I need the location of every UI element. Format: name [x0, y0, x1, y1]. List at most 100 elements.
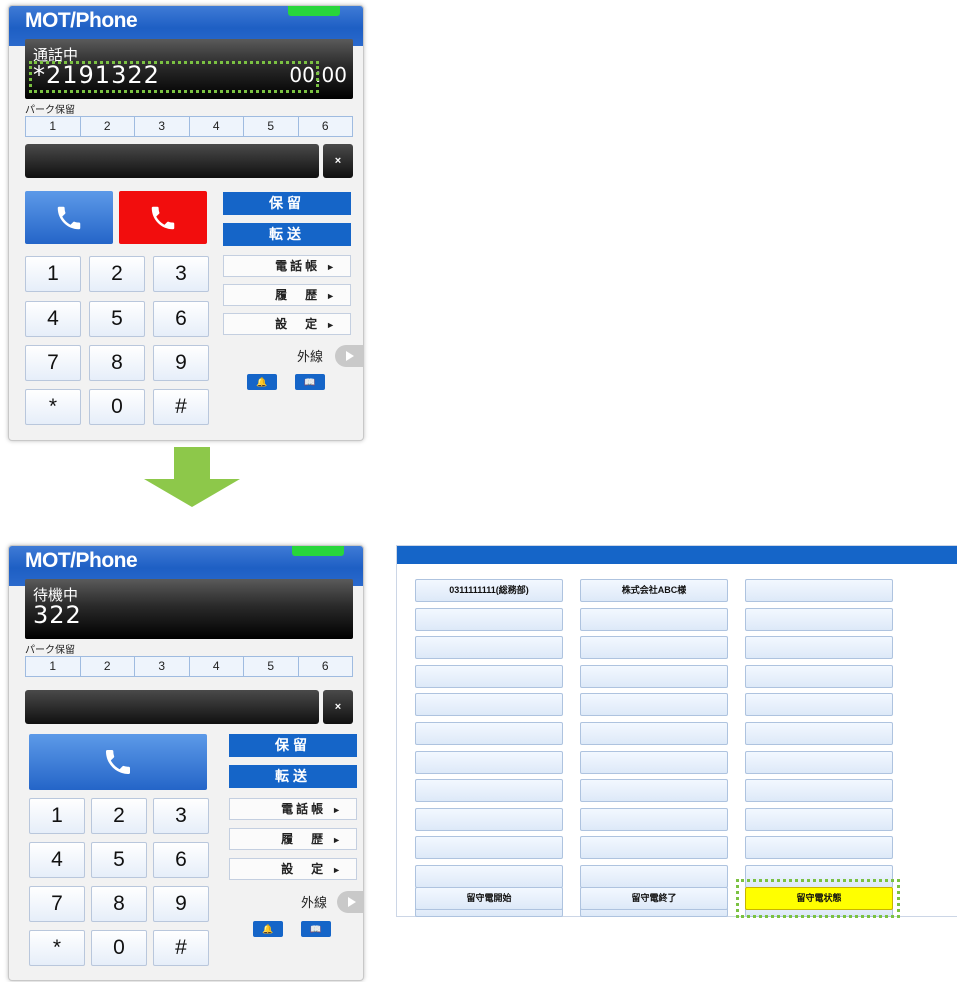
dialpad-key[interactable]: 1 — [29, 798, 85, 834]
hold-button[interactable]: 保留 — [223, 192, 351, 215]
dialpad-key[interactable]: # — [153, 389, 209, 425]
speed-dial-button[interactable] — [580, 836, 728, 859]
dialpad-key[interactable]: 2 — [89, 256, 145, 292]
speed-dial-button[interactable] — [415, 808, 563, 831]
dialpad-key[interactable]: * — [29, 930, 85, 966]
book-button[interactable]: 📖 — [301, 921, 331, 937]
dialpad-key[interactable]: 3 — [153, 798, 209, 834]
transfer-button[interactable]: 転送 — [229, 765, 357, 788]
speed-dial-button[interactable] — [745, 808, 893, 831]
voicemail-stop-button[interactable]: 留守電終了 — [580, 887, 728, 910]
speed-dial-button[interactable]: 0311111111(総務部) — [415, 579, 563, 602]
dialpad-key[interactable]: 0 — [91, 930, 147, 966]
answer-call-button[interactable] — [25, 191, 113, 244]
dialpad-key[interactable]: 4 — [29, 842, 85, 878]
speed-dial-button[interactable] — [745, 722, 893, 745]
dialpad-key[interactable]: * — [25, 389, 81, 425]
dialpad-key[interactable]: 9 — [153, 345, 209, 381]
speed-dial-button[interactable] — [745, 579, 893, 602]
dialpad-key[interactable]: 5 — [91, 842, 147, 878]
speed-dial-button[interactable] — [580, 722, 728, 745]
speed-dial-button[interactable] — [745, 608, 893, 631]
history-menu[interactable]: 履 歴 ► — [223, 284, 351, 306]
speed-dial-button[interactable] — [580, 865, 728, 888]
speed-dial-button[interactable] — [580, 665, 728, 688]
park-slot[interactable]: 3 — [135, 657, 190, 676]
book-button[interactable]: 📖 — [295, 374, 325, 390]
number-entry-field[interactable] — [25, 144, 319, 178]
bell-button[interactable]: 🔔 — [247, 374, 277, 390]
hold-button[interactable]: 保留 — [229, 734, 357, 757]
speed-dial-button[interactable] — [415, 665, 563, 688]
transfer-button[interactable]: 転送 — [223, 223, 351, 246]
speed-dial-button[interactable] — [415, 751, 563, 774]
park-hold-label: パーク保留 — [25, 645, 75, 656]
speed-dial-button[interactable] — [580, 636, 728, 659]
speed-dial-button[interactable] — [415, 779, 563, 802]
phonebook-menu[interactable]: 電話帳 ► — [229, 798, 357, 820]
park-slot[interactable]: 2 — [81, 117, 135, 136]
park-slot[interactable]: 3 — [135, 117, 190, 136]
right-arrow-icon: ► — [332, 865, 344, 875]
speed-dial-button[interactable] — [745, 636, 893, 659]
phonebook-menu[interactable]: 電話帳 ► — [223, 255, 351, 277]
park-slot[interactable]: 6 — [299, 657, 353, 676]
park-slot[interactable]: 4 — [190, 117, 244, 136]
speed-dial-button[interactable] — [580, 693, 728, 716]
park-slot[interactable]: 5 — [244, 657, 299, 676]
dialpad-key[interactable]: 8 — [91, 886, 147, 922]
park-slot[interactable]: 2 — [81, 657, 135, 676]
bell-icon: 🔔 — [256, 377, 268, 387]
dialpad-key[interactable]: 5 — [89, 301, 145, 337]
park-slot[interactable]: 1 — [26, 117, 81, 136]
clear-button[interactable]: × — [323, 144, 353, 178]
speed-dial-button[interactable] — [745, 665, 893, 688]
speed-dial-button[interactable] — [415, 722, 563, 745]
dialpad-key[interactable]: 6 — [153, 842, 209, 878]
outside-line-toggle[interactable] — [335, 345, 363, 367]
dialpad-key[interactable]: 1 — [25, 256, 81, 292]
status-led — [288, 6, 340, 16]
settings-menu[interactable]: 設 定 ► — [223, 313, 351, 335]
speed-dial-button[interactable] — [745, 751, 893, 774]
highlight-box — [736, 879, 900, 918]
speed-dial-button[interactable] — [745, 779, 893, 802]
clear-button[interactable]: × — [323, 690, 353, 724]
voicemail-start-button[interactable]: 留守電開始 — [415, 887, 563, 910]
history-menu[interactable]: 履 歴 ► — [229, 828, 357, 850]
outside-line-label: 外線 — [297, 349, 324, 364]
dialpad-key[interactable]: 7 — [29, 886, 85, 922]
speed-dial-button[interactable] — [580, 751, 728, 774]
bell-button[interactable]: 🔔 — [253, 921, 283, 937]
park-slot[interactable]: 5 — [244, 117, 299, 136]
dialpad-key[interactable]: 6 — [153, 301, 209, 337]
park-slot[interactable]: 1 — [26, 657, 81, 676]
speed-dial-button[interactable] — [415, 693, 563, 716]
book-icon: 📖 — [310, 924, 322, 934]
speed-dial-button[interactable]: 株式会社ABC様 — [580, 579, 728, 602]
dialpad-key[interactable]: 2 — [91, 798, 147, 834]
park-slot[interactable]: 4 — [190, 657, 244, 676]
dialpad-key[interactable]: 3 — [153, 256, 209, 292]
dialpad-key[interactable]: 7 — [25, 345, 81, 381]
outside-line-toggle[interactable] — [337, 891, 363, 913]
speed-dial-button[interactable] — [415, 865, 563, 888]
speed-dial-button[interactable] — [415, 636, 563, 659]
park-slot[interactable]: 6 — [299, 117, 353, 136]
dialpad-key[interactable]: 0 — [89, 389, 145, 425]
dialpad-key[interactable]: 4 — [25, 301, 81, 337]
speed-dial-button[interactable] — [745, 693, 893, 716]
dialpad-key[interactable]: 9 — [153, 886, 209, 922]
speed-dial-button[interactable] — [580, 808, 728, 831]
speed-dial-button[interactable] — [580, 779, 728, 802]
call-button[interactable] — [29, 734, 207, 790]
hang-up-button[interactable] — [119, 191, 207, 244]
speed-dial-button[interactable] — [745, 836, 893, 859]
speed-dial-button[interactable] — [415, 836, 563, 859]
dialpad-key[interactable]: 8 — [89, 345, 145, 381]
dialpad-key[interactable]: # — [153, 930, 209, 966]
settings-menu[interactable]: 設 定 ► — [229, 858, 357, 880]
speed-dial-button[interactable] — [415, 608, 563, 631]
speed-dial-button[interactable] — [580, 608, 728, 631]
number-entry-field[interactable] — [25, 690, 319, 724]
